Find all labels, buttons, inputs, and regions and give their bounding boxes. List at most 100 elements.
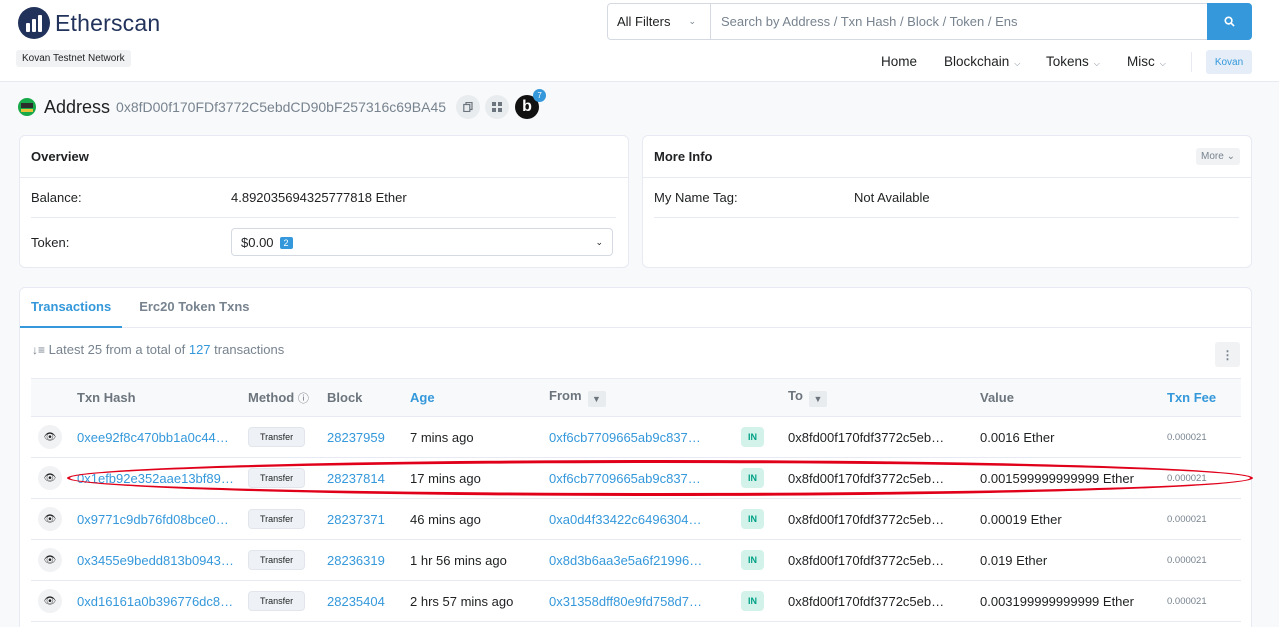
eye-icon: 👁 — [43, 513, 57, 525]
block-link[interactable]: 28237959 — [327, 416, 410, 458]
etherscan-logo[interactable]: Etherscan — [18, 7, 160, 39]
header-age[interactable]: Age — [410, 378, 549, 417]
from-address-link[interactable]: 0x31358dff80e9fd758d7… — [549, 580, 741, 622]
view-details-button[interactable]: 👁 — [38, 548, 62, 572]
header-direction — [741, 378, 788, 417]
tab-transactions[interactable]: Transactions — [20, 288, 123, 328]
eye-icon: 👁 — [43, 595, 57, 607]
view-details-button[interactable]: 👁 — [38, 425, 62, 449]
nav-home[interactable]: Home — [881, 54, 917, 69]
from-address-link[interactable]: 0x8d3b6aa3e5a6f21996… — [549, 539, 741, 581]
copy-address-button[interactable] — [456, 95, 481, 119]
qr-code-button[interactable] — [485, 95, 510, 119]
method-badge: Transfer — [248, 550, 306, 570]
brand-name: Etherscan — [55, 9, 161, 36]
nav-blockchain[interactable]: Blockchain ⌵ — [944, 54, 1020, 69]
filter-icon[interactable]: ▼ — [808, 391, 827, 407]
summary-suffix: transactions — [214, 342, 285, 357]
chevron-down-icon: ⌄ — [688, 16, 696, 26]
txn-fee-cell: 0.000021 — [1167, 416, 1241, 458]
header-from: From ▼ — [549, 378, 741, 417]
search-button[interactable] — [1207, 3, 1252, 40]
eye-icon: 👁 — [43, 554, 57, 566]
summary-prefix: Latest 25 from a total of — [48, 342, 186, 357]
from-address-link[interactable]: 0xa0d4f33422c6496304… — [549, 498, 741, 540]
direction-cell: IN — [741, 416, 788, 458]
etherscan-logo-icon — [18, 7, 50, 39]
header-method-label: Method — [248, 389, 295, 405]
tab-erc20-token-txns[interactable]: Erc20 Token Txns — [128, 288, 260, 328]
method-badge: Transfer — [248, 427, 306, 447]
block-link[interactable]: 28235404 — [327, 580, 410, 622]
txn-hash-link[interactable]: 0xee92f8c470bb1a0c44… — [77, 416, 248, 458]
view-details-button[interactable]: 👁 — [38, 589, 62, 613]
token-holdings-value: $0.00 2 — [241, 235, 293, 250]
highlight-annotation — [67, 460, 1253, 496]
row-details-cell: 👁 — [31, 580, 77, 622]
network-switch-button[interactable]: Kovan — [1206, 50, 1252, 74]
search-input[interactable] — [711, 4, 1207, 39]
transactions-table: Txn Hash Method ⓘ Block Age From ▼ To ▼ Va… — [31, 378, 1241, 622]
overview-card-header: Overview — [20, 136, 628, 178]
txn-hash-link[interactable]: 0x9771c9db76fd08bce0… — [77, 498, 248, 540]
network-badge: Kovan Testnet Network — [16, 50, 131, 67]
sort-icon: ↓≡ — [32, 343, 46, 357]
nav-misc[interactable]: Misc ⌵ — [1127, 54, 1166, 69]
direction-cell: IN — [741, 580, 788, 622]
direction-cell: IN — [741, 498, 788, 540]
blockscan-chat-button[interactable]: b 7 — [515, 89, 547, 119]
header-txn-fee[interactable]: Txn Fee — [1167, 378, 1241, 417]
chevron-down-icon: ⌵ — [1159, 59, 1166, 68]
txn-fee-cell: 0.000021 — [1167, 498, 1241, 540]
table-row: 👁 0xee92f8c470bb1a0c44… Transfer 2823795… — [31, 416, 1241, 458]
filter-icon[interactable]: ▼ — [587, 391, 606, 407]
blockscan-count-badge: 7 — [533, 89, 547, 102]
direction-badge: IN — [741, 509, 764, 529]
nav-tokens[interactable]: Tokens ⌵ — [1046, 54, 1100, 69]
to-address: 0x8fd00f170fdf3772c5eb… — [788, 498, 980, 540]
direction-badge: IN — [741, 427, 764, 447]
txn-hash-link[interactable]: 0xd16161a0b396776dc8… — [77, 580, 248, 622]
token-value-text: $0.00 — [241, 234, 274, 250]
view-details-button[interactable]: 👁 — [38, 507, 62, 531]
row-details-cell: 👁 — [31, 539, 77, 581]
direction-cell: IN — [741, 539, 788, 581]
view-details-button[interactable]: 👁 — [38, 466, 62, 490]
header-block: Block — [327, 378, 410, 417]
balance-row: Balance: 4.892035694325777818 Ether — [31, 178, 616, 218]
nav-misc-label: Misc — [1127, 54, 1155, 69]
direction-badge: IN — [741, 550, 764, 570]
info-icon[interactable]: ⓘ — [298, 393, 309, 405]
method-badge: Transfer — [248, 509, 306, 529]
token-holdings-dropdown[interactable]: $0.00 2 ⌄ — [231, 228, 613, 256]
from-address-link[interactable]: 0xf6cb7709665ab9c837… — [549, 416, 741, 458]
value-cell: 0.00019 Ether — [980, 498, 1167, 540]
copy-icon — [463, 102, 473, 112]
txn-hash-link[interactable]: 0x3455e9bedd813b0943… — [77, 539, 248, 581]
txn-fee-cell: 0.000021 — [1167, 580, 1241, 622]
header-method: Method ⓘ — [248, 378, 327, 417]
value-cell: 0.0016 Ether — [980, 416, 1167, 458]
chevron-down-icon: ⌵ — [1093, 59, 1100, 68]
chevron-down-icon: ⌄ — [595, 236, 603, 247]
address-label: Address — [44, 96, 111, 117]
method-cell: Transfer — [248, 498, 327, 540]
age-cell: 7 mins ago — [410, 416, 549, 458]
qr-code-icon — [492, 102, 503, 112]
row-details-cell: 👁 — [31, 416, 77, 458]
total-transactions-link[interactable]: 127 — [189, 342, 211, 357]
header-to-label: To — [788, 388, 803, 403]
more-dropdown-button[interactable]: More ⌄ — [1196, 148, 1240, 165]
method-cell: Transfer — [248, 416, 327, 458]
nav-divider — [1191, 52, 1192, 72]
table-options-button[interactable]: ⋮ — [1215, 342, 1240, 367]
search-filter-select[interactable]: All Filters ⌄ — [608, 4, 711, 39]
block-link[interactable]: 28237371 — [327, 498, 410, 540]
to-address: 0x8fd00f170fdf3772c5eb… — [788, 539, 980, 581]
block-link[interactable]: 28236319 — [327, 539, 410, 581]
transactions-tabs: Transactions Erc20 Token Txns — [20, 288, 1251, 328]
top-header: Etherscan Kovan Testnet Network All Filt… — [0, 0, 1279, 82]
direction-badge: IN — [741, 591, 764, 611]
value-cell: 0.003199999999999 Ether — [980, 580, 1167, 622]
overview-card: Overview Balance: 4.892035694325777818 E… — [19, 135, 629, 268]
